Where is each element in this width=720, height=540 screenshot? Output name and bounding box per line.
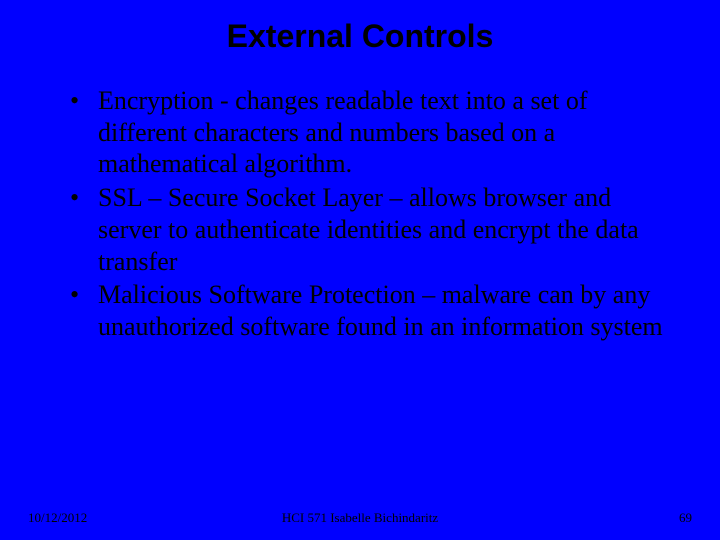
bullet-item: Malicious Software Protection – malware …: [70, 279, 665, 342]
bullet-item: SSL – Secure Socket Layer – allows brows…: [70, 182, 665, 277]
bullet-item: Encryption - changes readable text into …: [70, 85, 665, 180]
footer-center: HCI 571 Isabelle Bichindaritz: [0, 510, 720, 526]
slide-title: External Controls: [0, 0, 720, 85]
bullet-list: Encryption - changes readable text into …: [70, 85, 665, 343]
footer-page-number: 69: [679, 510, 692, 526]
slide-content: Encryption - changes readable text into …: [0, 85, 720, 343]
